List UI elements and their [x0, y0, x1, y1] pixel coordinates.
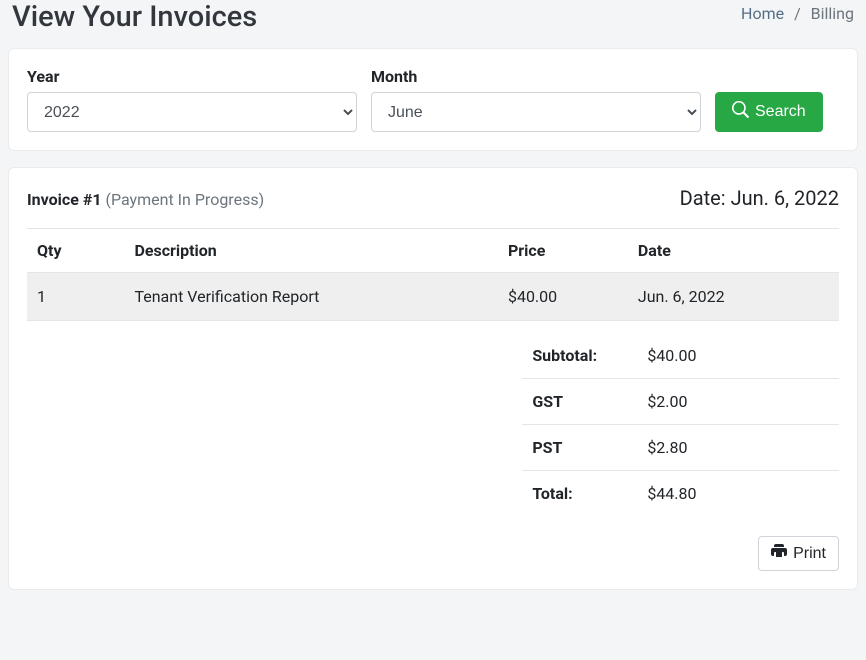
invoice-card: Invoice #1 (Payment In Progress) Date: J…	[8, 167, 858, 590]
cell-date: Jun. 6, 2022	[628, 273, 839, 321]
search-button[interactable]: Search	[715, 92, 823, 132]
year-label: Year	[27, 67, 357, 86]
breadcrumb-separator: /	[788, 4, 807, 23]
search-button-label: Search	[755, 103, 806, 121]
year-select[interactable]: 2022	[27, 92, 357, 132]
breadcrumb-current: Billing	[811, 4, 854, 23]
invoice-date: Date: Jun. 6, 2022	[680, 186, 839, 210]
breadcrumb: Home / Billing	[741, 0, 854, 23]
invoice-status: (Payment In Progress)	[105, 190, 264, 209]
print-icon	[771, 543, 787, 564]
col-date: Date	[628, 229, 839, 273]
cell-description: Tenant Verification Report	[124, 273, 498, 321]
page-title: View Your Invoices	[12, 0, 257, 34]
print-button-label: Print	[793, 545, 826, 563]
breadcrumb-home[interactable]: Home	[741, 4, 784, 23]
totals-subtotal: Subtotal: $40.00	[522, 333, 839, 379]
filter-card: Year 2022 Month June Search	[8, 48, 858, 151]
totals-pst: PST $2.80	[522, 425, 839, 471]
totals-total: Total: $44.80	[522, 471, 839, 516]
print-button[interactable]: Print	[758, 536, 839, 571]
cell-qty: 1	[27, 273, 124, 321]
invoice-table: Qty Description Price Date 1 Tenant Veri…	[27, 229, 839, 321]
col-price: Price	[498, 229, 628, 273]
totals: Subtotal: $40.00 GST $2.00 PST $2.80 Tot…	[522, 333, 839, 516]
month-label: Month	[371, 67, 701, 86]
cell-price: $40.00	[498, 273, 628, 321]
search-icon	[732, 101, 749, 123]
col-description: Description	[124, 229, 498, 273]
totals-gst: GST $2.00	[522, 379, 839, 425]
col-qty: Qty	[27, 229, 124, 273]
invoice-title: Invoice #1 (Payment In Progress)	[27, 190, 264, 209]
table-row: 1 Tenant Verification Report $40.00 Jun.…	[27, 273, 839, 321]
month-select[interactable]: June	[371, 92, 701, 132]
